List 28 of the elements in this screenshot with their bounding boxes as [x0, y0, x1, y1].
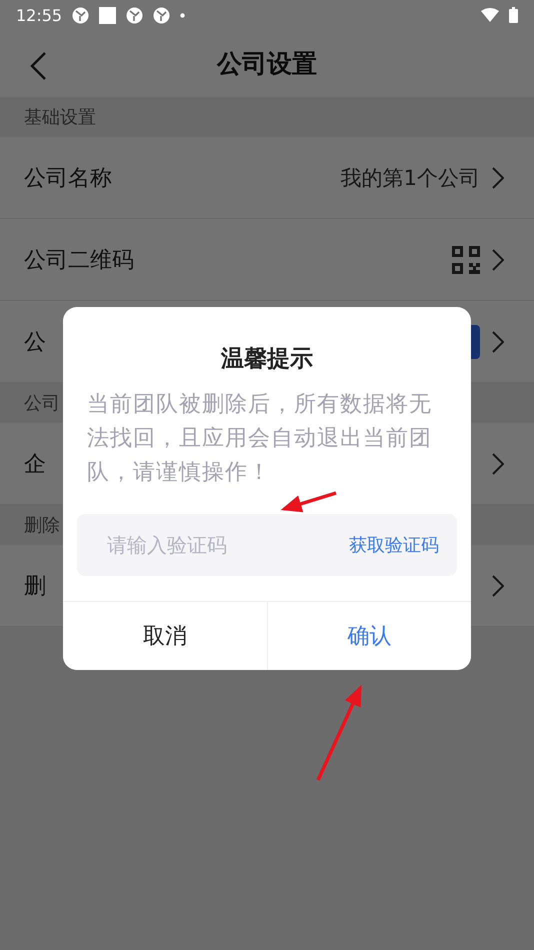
settings-row[interactable]: 公司二维码: [0, 219, 534, 301]
page-title: 公司设置: [217, 48, 317, 80]
qr-code-icon: [452, 246, 480, 274]
chevron-icon: [492, 166, 504, 188]
aperture-icon: [153, 6, 170, 24]
battery-icon: [509, 7, 518, 23]
row-label: 企: [24, 450, 46, 478]
settings-row[interactable]: 公司名称 我的第1个公司: [0, 137, 534, 219]
chevron-icon: [492, 330, 504, 352]
aperture-icon: [126, 6, 144, 24]
dot-icon: [180, 12, 186, 18]
row-value: 我的第1个公司: [340, 164, 480, 192]
status-time: 12:55: [16, 6, 62, 24]
back-icon[interactable]: [30, 52, 46, 80]
code-input-field[interactable]: 请输入验证码 获取验证码: [77, 514, 457, 576]
wifi-icon: [481, 8, 499, 22]
square-icon: [99, 6, 116, 24]
chevron-icon: [492, 574, 504, 596]
aperture-icon: [72, 6, 90, 24]
dialog-title: 温馨提示: [220, 345, 314, 374]
row-label: 公: [24, 328, 46, 356]
row-label: 公司二维码: [24, 246, 134, 274]
row-label: 删: [24, 572, 46, 600]
annotation-arrow: [280, 491, 337, 512]
chevron-icon: [492, 248, 504, 270]
chevron-icon: [492, 452, 504, 474]
row-label: 公司名称: [24, 164, 112, 192]
confirm-button[interactable]: 确认: [266, 602, 471, 670]
